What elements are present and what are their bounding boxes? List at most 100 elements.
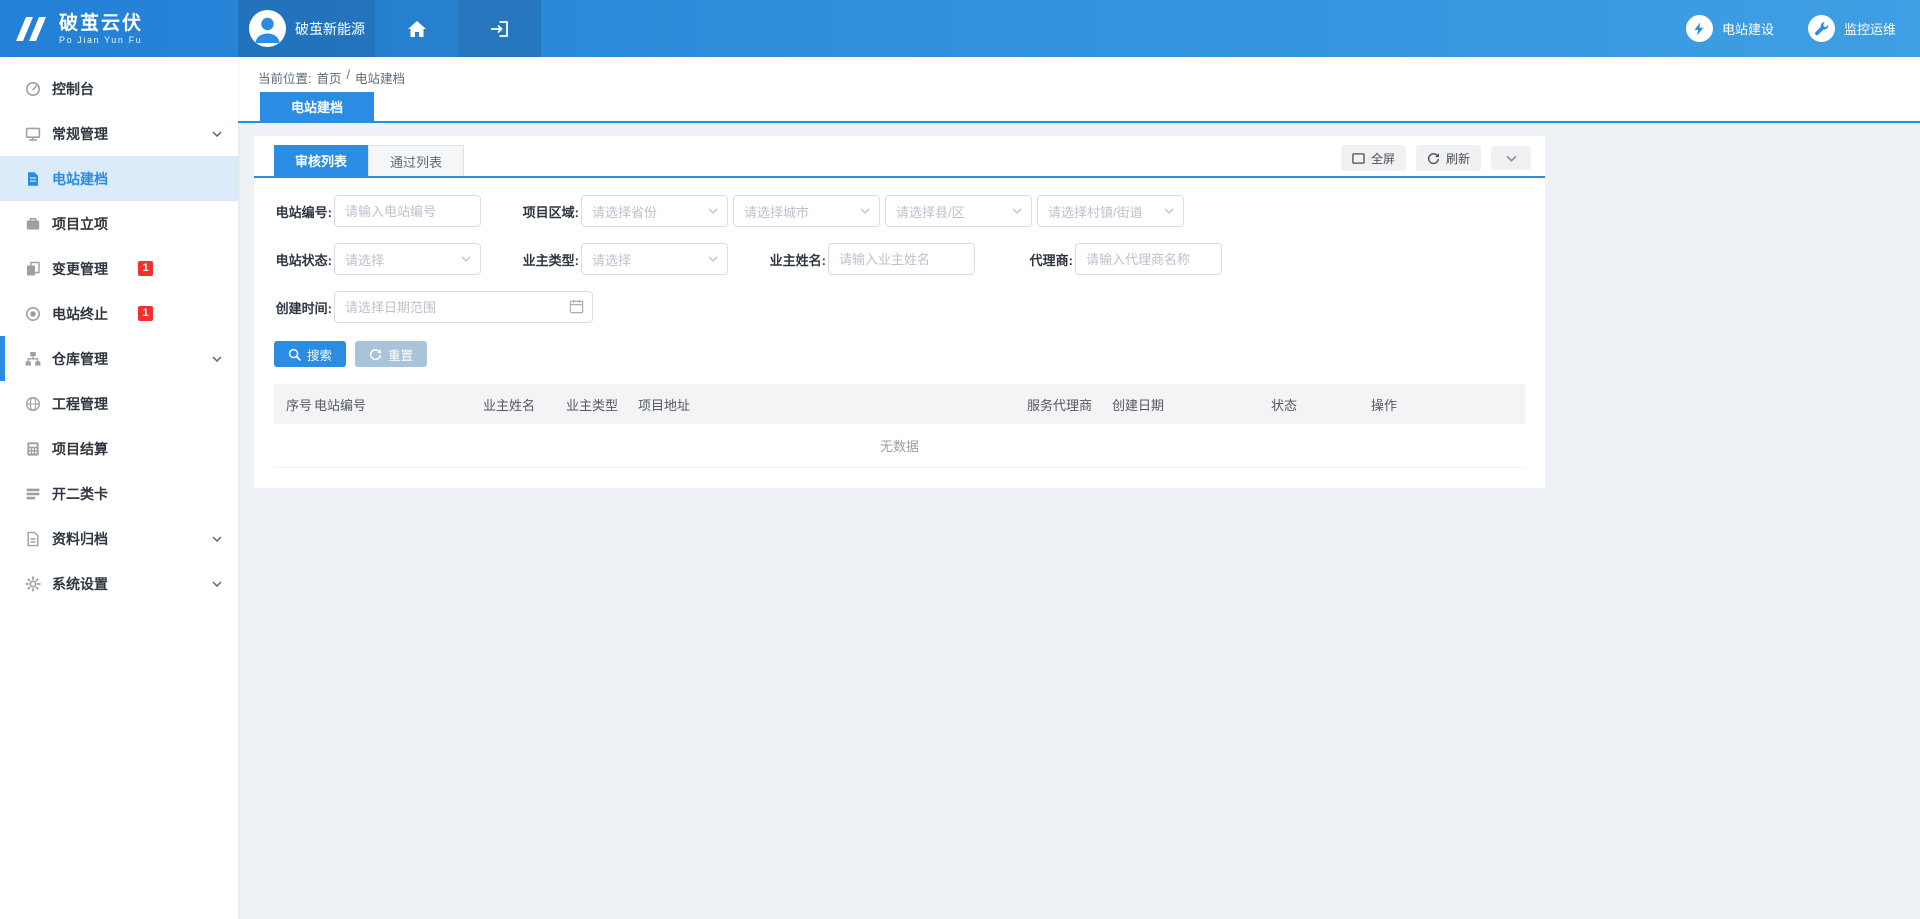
date-range-input[interactable] <box>334 291 593 323</box>
table-empty-state: 无数据 <box>274 424 1525 468</box>
status-badge: 1 <box>138 261 153 276</box>
filter-actions: 搜索 重置 <box>254 339 1545 367</box>
province-select-value: 请选择省份 <box>592 202 657 221</box>
dashboard-icon <box>24 80 41 97</box>
fullscreen-button[interactable]: 全屏 <box>1341 145 1406 171</box>
filter-station-no: 电站编号: <box>274 195 481 227</box>
station-status-label: 电站状态: <box>274 250 332 269</box>
filter-owner-type: 业主类型: 请选择 <box>521 243 728 275</box>
region-label: 项目区域: <box>521 202 579 221</box>
station-status-select[interactable]: 请选择 <box>334 243 481 275</box>
province-select[interactable]: 请选择省份 <box>581 195 728 227</box>
filter-station-status: 电站状态: 请选择 <box>274 243 481 275</box>
owner-name-label: 业主姓名: <box>768 250 826 269</box>
filter-owner-name: 业主姓名: <box>768 243 975 275</box>
sidebar-item-project-initiation[interactable]: 项目立项 <box>0 201 238 246</box>
user-avatar-icon <box>249 10 286 47</box>
owner-type-select[interactable]: 请选择 <box>581 243 728 275</box>
lightning-icon <box>1686 15 1713 42</box>
sidebar-item-type2-card[interactable]: 开二类卡 <box>0 471 238 516</box>
results-table: 序号 电站编号 业主姓名 业主类型 项目地址 服务代理商 创建日期 状态 操作 … <box>274 384 1525 468</box>
station-status-value: 请选择 <box>345 250 384 269</box>
list-icon <box>24 485 41 502</box>
gear-icon <box>24 575 41 592</box>
city-select[interactable]: 请选择城市 <box>733 195 880 227</box>
sidebar-item-label: 电站建档 <box>52 169 108 189</box>
logout-button[interactable] <box>458 0 541 57</box>
town-select-value: 请选择村镇/街道 <box>1048 202 1143 221</box>
date-range-field <box>334 291 593 323</box>
column-header-project-address: 项目地址 <box>638 395 1027 414</box>
sidebar-item-project-settlement[interactable]: 项目结算 <box>0 426 238 471</box>
sidebar-item-label: 常规管理 <box>52 124 108 144</box>
city-select-value: 请选择城市 <box>744 202 809 221</box>
county-select-value: 请选择县/区 <box>896 202 965 221</box>
brand-subtitle: Po Jian Yun Fu <box>59 35 143 45</box>
owner-type-value: 请选择 <box>592 250 631 269</box>
home-icon <box>407 20 427 38</box>
region-selects: 请选择省份 请选择城市 请选择县/区 <box>581 195 1184 227</box>
column-header-actions: 操作 <box>1371 395 1525 414</box>
nav-monitor-ops[interactable]: 监控运维 <box>1808 15 1896 42</box>
chevron-down-icon <box>1506 155 1517 162</box>
created-time-label: 创建时间: <box>274 298 332 317</box>
town-select[interactable]: 请选择村镇/街道 <box>1037 195 1184 227</box>
sidebar-item-console[interactable]: 控制台 <box>0 66 238 111</box>
sidebar-item-station-termination[interactable]: 电站终止 1 <box>0 291 238 336</box>
county-select[interactable]: 请选择县/区 <box>885 195 1032 227</box>
page-tab-station-archive[interactable]: 电站建档 <box>260 92 374 121</box>
column-header-owner-name: 业主姓名 <box>483 395 566 414</box>
home-button[interactable] <box>375 0 458 57</box>
filter-agent: 代理商: <box>1015 243 1222 275</box>
sidebar-item-system-settings[interactable]: 系统设置 <box>0 561 238 606</box>
filter-form: 电站编号: 项目区域: 请选择省份 请选择城市 <box>254 178 1545 323</box>
wrench-icon <box>1808 15 1835 42</box>
station-no-input[interactable] <box>334 195 481 227</box>
panel-card: 审核列表 通过列表 全屏 刷新 <box>254 136 1545 488</box>
sidebar-item-general-mgmt[interactable]: 常规管理 <box>0 111 238 156</box>
content: 审核列表 通过列表 全屏 刷新 <box>238 123 1920 488</box>
sidebar-item-warehouse-mgmt[interactable]: 仓库管理 <box>0 336 238 381</box>
owner-name-input[interactable] <box>828 243 975 275</box>
sidebar-item-change-mgmt[interactable]: 变更管理 1 <box>0 246 238 291</box>
breadcrumb-home-link[interactable]: 首页 <box>316 68 341 87</box>
sidebar: 控制台 常规管理 电站建档 项目立项 变更管理 1 电站终止 1 <box>0 57 238 919</box>
search-label: 搜索 <box>307 345 332 364</box>
sidebar-item-label: 开二类卡 <box>52 484 108 504</box>
sidebar-item-station-archive[interactable]: 电站建档 <box>0 156 238 201</box>
briefcase-icon <box>24 215 41 232</box>
chevron-down-icon <box>212 581 222 587</box>
user-menu[interactable]: 破茧新能源 <box>238 0 375 57</box>
reset-button[interactable]: 重置 <box>355 341 427 367</box>
refresh-icon <box>1427 152 1440 165</box>
sidebar-item-label: 变更管理 <box>52 259 108 279</box>
filter-row-1: 电站编号: 项目区域: 请选择省份 请选择城市 <box>274 195 1525 227</box>
column-header-create-date: 创建日期 <box>1112 395 1271 414</box>
chevron-down-icon <box>212 536 222 542</box>
table-header-row: 序号 电站编号 业主姓名 业主类型 项目地址 服务代理商 创建日期 状态 操作 <box>274 384 1525 424</box>
fullscreen-icon <box>1352 152 1365 165</box>
reset-label: 重置 <box>388 345 413 364</box>
nav-monitor-ops-label: 监控运维 <box>1844 19 1896 38</box>
tab-review-list[interactable]: 审核列表 <box>274 145 368 176</box>
tab-passed-list[interactable]: 通过列表 <box>368 145 464 176</box>
top-header: 破茧云伏 Po Jian Yun Fu 破茧新能源 <box>0 0 1920 57</box>
collapse-filters-button[interactable] <box>1491 146 1531 170</box>
chevron-down-icon <box>1164 208 1174 214</box>
logout-icon <box>490 20 510 38</box>
owner-type-label: 业主类型: <box>521 250 579 269</box>
nav-station-build[interactable]: 电站建设 <box>1686 15 1774 42</box>
column-header-service-agent: 服务代理商 <box>1027 395 1112 414</box>
filter-row-2: 电站状态: 请选择 业主类型: 请选择 业主 <box>274 243 1525 275</box>
document-icon <box>24 170 41 187</box>
chevron-down-icon <box>212 356 222 362</box>
search-button[interactable]: 搜索 <box>274 341 346 367</box>
breadcrumb: 当前位置: 首页 / 电站建档 <box>258 68 405 87</box>
agent-input[interactable] <box>1075 243 1222 275</box>
sidebar-item-engineering-mgmt[interactable]: 工程管理 <box>0 381 238 426</box>
breadcrumb-separator: / <box>347 68 350 87</box>
filter-region: 项目区域: 请选择省份 请选择城市 请选择县/区 <box>521 195 1184 227</box>
sidebar-item-data-archive[interactable]: 资料归档 <box>0 516 238 561</box>
monitor-icon <box>24 125 41 142</box>
refresh-button[interactable]: 刷新 <box>1416 145 1481 171</box>
